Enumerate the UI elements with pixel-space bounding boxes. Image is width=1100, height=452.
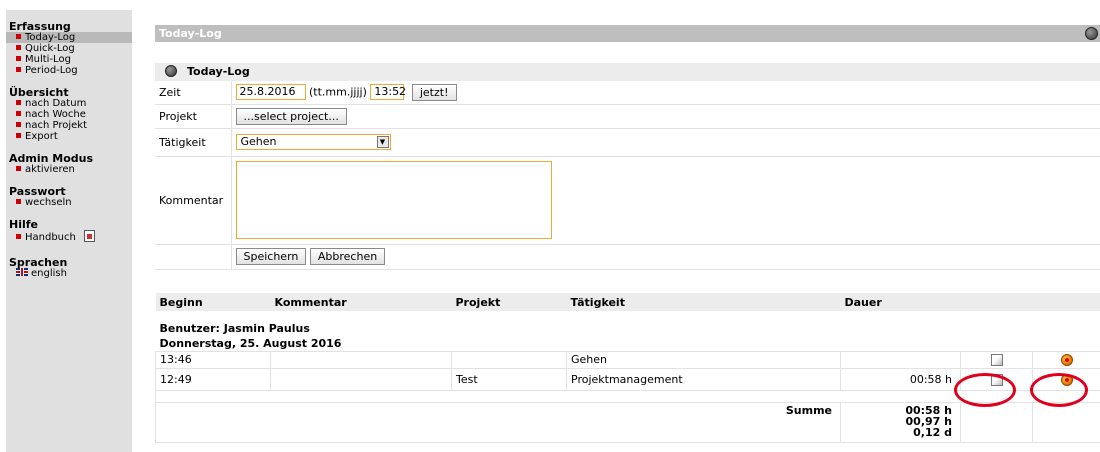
time-input[interactable]: 13:52	[370, 84, 406, 101]
col-header-kommentar[interactable]: Kommentar	[270, 293, 452, 311]
form-row-projekt: Projekt ...select project...	[155, 104, 1100, 129]
form-table: Zeit 25.8.2016 (tt.mm.jjjj) 13:52 jetzt!…	[155, 81, 1100, 270]
bullet-icon	[16, 234, 21, 239]
bullet-icon	[16, 133, 21, 138]
form-title: Today-Log	[187, 65, 250, 78]
kommentar-label: Kommentar	[155, 156, 232, 245]
select-project-button[interactable]: ...select project...	[235, 107, 347, 125]
section-hilfe-heading: Hilfe	[9, 218, 38, 231]
sidebar-item-aktivieren[interactable]: aktivieren	[6, 164, 132, 175]
page-title: Today-Log	[159, 27, 222, 40]
cell-beginn: 13:46	[155, 350, 271, 369]
summe-hours: 00:58 h	[905, 403, 952, 417]
summe-values: 00:58 h 00,97 h 0,12 d	[840, 401, 961, 443]
sidebar-item-wechseln[interactable]: wechseln	[6, 197, 132, 208]
now-button[interactable]: jetzt!	[411, 83, 457, 101]
sidebar-item-nach-projekt[interactable]: nach Projekt	[6, 120, 132, 131]
uk-flag-icon	[16, 268, 28, 276]
date-format-hint: (tt.mm.jjjj)	[309, 85, 367, 99]
cell-projekt: Test	[451, 367, 567, 391]
edit-icon[interactable]	[990, 373, 1003, 386]
bullet-icon	[16, 166, 21, 171]
bullet-icon	[16, 111, 21, 116]
col-header-dauer[interactable]: Dauer	[840, 293, 961, 311]
chevron-down-icon[interactable]: ▼	[376, 136, 389, 148]
projekt-label: Projekt	[155, 104, 232, 129]
col-header-taetigkeit[interactable]: Tätigkeit	[566, 293, 841, 311]
section-uebersicht-heading: Übersicht	[9, 86, 69, 99]
sidebar-item-nach-woche[interactable]: nach Woche	[6, 109, 132, 120]
form-row-taetigkeit: Tätigkeit Gehen ▼	[155, 128, 1100, 157]
form-header: Today-Log	[155, 63, 1100, 81]
date-row: Donnerstag, 25. August 2016	[156, 336, 1100, 351]
cell-projekt	[451, 350, 567, 369]
taetigkeit-label: Tätigkeit	[155, 128, 232, 157]
table-row: 12:49 Test Projektmanagement 00:58 h	[155, 367, 1100, 391]
log-date: Donnerstag, 25. August 2016	[159, 336, 342, 350]
sidebar-item-english[interactable]: english	[6, 268, 132, 279]
sidebar-item-handbuch[interactable]: Handbuch	[6, 230, 132, 246]
form-row-kommentar: Kommentar	[155, 156, 1100, 245]
sidebar: Erfassung Today-Log Quick-Log Multi-Log …	[6, 10, 132, 452]
cancel-button[interactable]: Abbrechen	[309, 248, 386, 265]
section-passwort-heading: Passwort	[9, 185, 66, 198]
cell-taetigkeit: Gehen	[566, 350, 841, 369]
save-button[interactable]: Speichern	[235, 248, 307, 265]
cell-dauer	[840, 350, 961, 369]
form-row-actions: Speichern Abbrechen	[155, 244, 1100, 270]
delete-icon[interactable]	[1060, 373, 1073, 386]
log-table: Beginn Kommentar Projekt Tätigkeit Dauer…	[155, 293, 1100, 443]
sidebar-item-nach-datum[interactable]: nach Datum	[6, 98, 132, 109]
zeit-label: Zeit	[155, 81, 232, 105]
col-header-projekt[interactable]: Projekt	[451, 293, 567, 311]
summe-row: Summe 00:58 h 00,97 h 0,12 d	[155, 401, 1100, 443]
cell-dauer: 00:58 h	[840, 367, 961, 391]
col-header-beginn[interactable]: Beginn	[155, 293, 271, 311]
bullet-icon	[16, 122, 21, 127]
table-row: 13:46 Gehen	[155, 350, 1100, 369]
info-icon[interactable]	[165, 65, 177, 77]
user-name: Benutzer: Jasmin Paulus	[159, 322, 310, 335]
date-input[interactable]: 25.8.2016	[235, 84, 306, 101]
user-row: Benutzer: Jasmin Paulus	[156, 321, 1100, 336]
cell-kommentar	[270, 350, 452, 369]
bullet-icon	[16, 67, 21, 72]
cell-beginn: 12:49	[155, 367, 271, 391]
info-icon[interactable]	[1085, 27, 1098, 40]
bullet-icon	[16, 34, 21, 39]
log-table-container: Beginn Kommentar Projekt Tätigkeit Dauer…	[155, 293, 1100, 443]
section-admin-heading: Admin Modus	[9, 152, 94, 165]
kommentar-textarea[interactable]	[235, 161, 552, 239]
summe-label: Summe	[155, 401, 841, 443]
edit-icon[interactable]	[990, 354, 1003, 366]
log-header-row: Beginn Kommentar Projekt Tätigkeit Dauer	[155, 293, 1100, 311]
sidebar-item-export[interactable]: Export	[6, 131, 132, 142]
sidebar-item-today-log[interactable]: Today-Log	[6, 32, 132, 43]
bullet-icon	[16, 100, 21, 105]
summe-decimal-hours: 00,97 h	[905, 414, 952, 428]
sidebar-item-period-log[interactable]: Period-Log	[6, 65, 132, 76]
bullet-icon	[16, 199, 21, 204]
taetigkeit-select[interactable]: Gehen ▼	[235, 134, 391, 150]
sidebar-item-quick-log[interactable]: Quick-Log	[6, 43, 132, 54]
sidebar-item-multi-log[interactable]: Multi-Log	[6, 54, 132, 65]
cell-kommentar	[270, 367, 452, 391]
section-sprachen-heading: Sprachen	[9, 256, 68, 269]
page-header-bar: Today-Log	[155, 25, 1100, 42]
form-row-zeit: Zeit 25.8.2016 (tt.mm.jjjj) 13:52 jetzt!	[155, 81, 1100, 105]
today-log-form: Today-Log Zeit 25.8.2016 (tt.mm.jjjj) 13…	[155, 63, 1100, 270]
document-download-icon[interactable]	[83, 230, 95, 242]
bullet-icon	[16, 45, 21, 50]
bullet-icon	[16, 56, 21, 61]
section-erfassung-heading: Erfassung	[9, 20, 71, 33]
cell-taetigkeit: Projektmanagement	[566, 367, 841, 391]
summe-days: 0,12 d	[913, 425, 952, 439]
delete-icon[interactable]	[1060, 354, 1073, 366]
